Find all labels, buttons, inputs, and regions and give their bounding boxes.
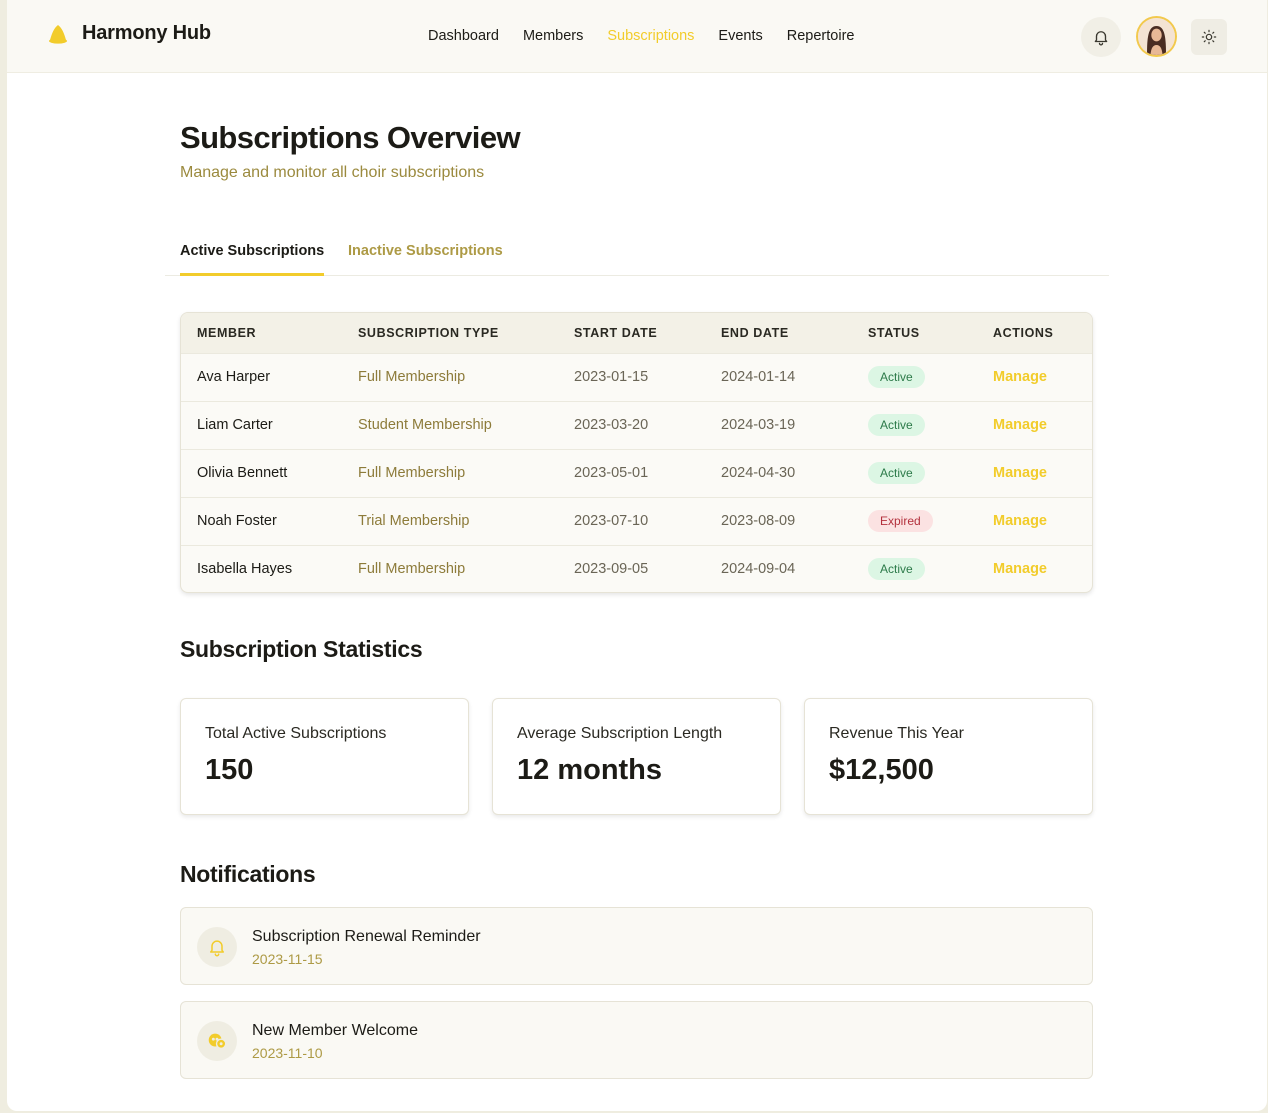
subscription-type: Full Membership [358,561,466,578]
end-date: 2024-01-14 [721,369,796,385]
nav-dashboard[interactable]: Dashboard [428,28,499,44]
status-badge: Active [868,462,925,484]
stat-label: Average Subscription Length [517,725,723,742]
notification-item[interactable]: Subscription Renewal Reminder 2023-11-15 [180,907,1093,985]
start-date: 2023-07-10 [574,513,649,529]
notification-title: New Member Welcome [252,1022,418,1039]
stat-value: 150 [205,754,254,786]
member-name: Ava Harper [197,369,271,385]
start-date: 2023-01-15 [574,369,649,385]
subscription-type: Trial Membership [358,513,470,529]
stat-label: Revenue This Year [829,725,964,742]
end-date: 2024-03-19 [721,417,796,433]
sun-icon [1201,29,1217,45]
table-row: Noah Foster Trial Membership 2023-07-10 … [181,497,1092,545]
app-window: Harmony Hub Dashboard Members Subscripti… [7,0,1267,1111]
main-nav: Dashboard Members Subscriptions Events R… [428,28,854,44]
start-date: 2023-09-05 [574,561,649,578]
manage-link[interactable]: Manage [993,369,1047,385]
statistics-title: Subscription Statistics [180,636,423,662]
manage-link[interactable]: Manage [993,465,1047,481]
start-date: 2023-03-20 [574,417,649,433]
notification-date: 2023-11-15 [252,951,323,967]
column-header[interactable]: START DATE [558,313,705,353]
column-header[interactable]: END DATE [705,313,852,353]
page-title: Subscriptions Overview [180,120,521,155]
stat-card-revenue: Revenue This Year $12,500 [804,698,1093,815]
user-avatar[interactable] [1136,16,1177,57]
notifications-title: Notifications [180,861,316,887]
table-row: Olivia Bennett Full Membership 2023-05-0… [181,449,1092,497]
stat-label: Total Active Subscriptions [205,725,387,742]
status-badge: Active [868,414,925,436]
member-name: Liam Carter [197,417,273,433]
stat-card-total-active: Total Active Subscriptions 150 [180,698,469,815]
notification-item[interactable]: New Member Welcome 2023-11-10 [180,1001,1093,1079]
welcome-icon [208,1033,227,1050]
notification-title: Subscription Renewal Reminder [252,928,481,945]
notification-icon-wrap [197,1021,237,1061]
manage-link[interactable]: Manage [993,513,1047,529]
bell-icon [210,940,224,957]
bell-icon [1094,31,1108,46]
subscription-type: Full Membership [358,369,466,385]
stat-value: 12 months [517,754,663,786]
nav-members[interactable]: Members [523,28,583,44]
subscription-tabs: Active Subscriptions Inactive Subscripti… [165,233,1109,276]
brand[interactable]: Harmony Hub [47,22,211,45]
table-header-row: MEMBER SUBSCRIPTION TYPE START DATE END … [181,313,1092,353]
top-header: Harmony Hub Dashboard Members Subscripti… [7,0,1267,73]
manage-link[interactable]: Manage [993,417,1047,433]
status-badge: Active [868,558,925,581]
member-name: Olivia Bennett [197,465,288,481]
member-name: Isabella Hayes [197,561,293,578]
manage-link[interactable]: Manage [993,561,1047,577]
notifications-button[interactable] [1081,17,1121,57]
end-date: 2024-04-30 [721,465,796,481]
table-row: Liam Carter Student Membership 2023-03-2… [181,401,1092,449]
app-name: Harmony Hub [82,22,211,44]
table-row: Isabella Hayes Full Membership 2023-09-0… [181,545,1092,592]
theme-toggle-button[interactable] [1191,19,1227,55]
end-date: 2023-08-09 [721,513,796,529]
column-header: ACTIONS [993,325,1054,340]
subscriptions-table: MEMBER SUBSCRIPTION TYPE START DATE END … [180,312,1093,593]
bell-logo-icon [49,24,67,44]
notification-date: 2023-11-10 [252,1045,323,1061]
status-badge: Expired [868,510,933,532]
stat-value: $12,500 [829,754,934,786]
nav-repertoire[interactable]: Repertoire [787,28,855,44]
column-header[interactable]: SUBSCRIPTION TYPE [342,313,558,353]
status-badge: Active [868,366,925,388]
tab-active-subscriptions[interactable]: Active Subscriptions [180,243,325,276]
notification-icon-wrap [197,927,237,967]
start-date: 2023-05-01 [574,465,649,481]
subscription-type: Full Membership [358,465,466,481]
end-date: 2024-09-04 [721,561,796,578]
column-header[interactable]: MEMBER [181,313,342,353]
column-header[interactable]: STATUS [852,313,977,353]
avatar-image [1138,18,1175,55]
tab-inactive-subscriptions[interactable]: Inactive Subscriptions [348,243,503,273]
subscription-type: Student Membership [358,417,492,433]
page-subtitle: Manage and monitor all choir subscriptio… [180,164,485,181]
stat-card-average-length: Average Subscription Length 12 months [492,698,781,815]
nav-subscriptions[interactable]: Subscriptions [607,28,694,44]
nav-events[interactable]: Events [718,28,762,44]
member-name: Noah Foster [197,513,277,529]
table-row: Ava Harper Full Membership 2023-01-15 20… [181,353,1092,401]
